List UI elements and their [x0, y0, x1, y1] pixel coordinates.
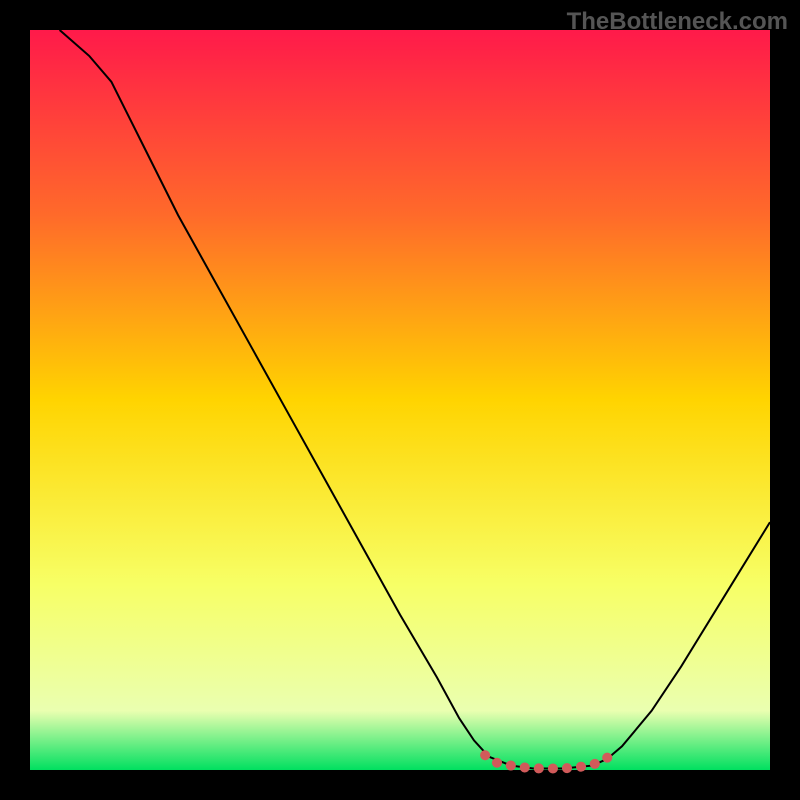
chart-container: TheBottleneck.com [0, 0, 800, 800]
chart-svg [0, 0, 800, 800]
watermark-text: TheBottleneck.com [567, 8, 788, 36]
